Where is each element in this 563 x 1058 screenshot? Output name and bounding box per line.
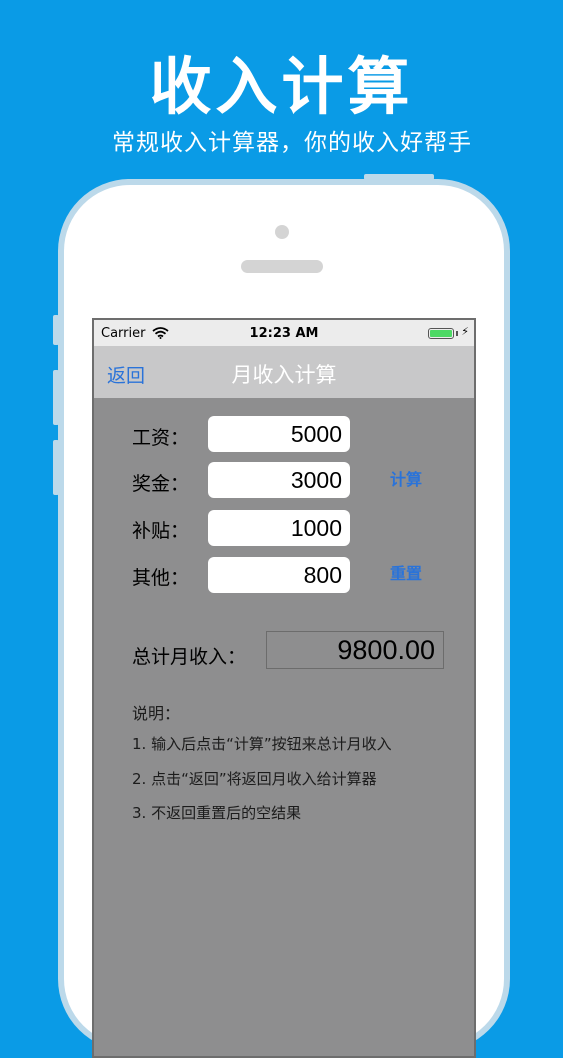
battery-icon	[428, 328, 454, 339]
bonus-input[interactable]	[208, 462, 350, 498]
battery-tip	[456, 331, 458, 336]
total-value: 9800.00	[266, 631, 444, 669]
salary-input[interactable]	[208, 416, 350, 452]
volume-up-button	[53, 370, 59, 425]
front-camera	[275, 225, 289, 239]
other-input[interactable]	[208, 557, 350, 593]
subsidy-input[interactable]	[208, 510, 350, 546]
status-time: 12:23 AM	[249, 326, 319, 341]
subsidy-label: 补贴：	[132, 520, 190, 542]
status-bar: Carrier 12:23 AM ⚡	[94, 320, 474, 346]
power-button	[364, 174, 434, 180]
bonus-label: 奖金：	[132, 473, 190, 495]
promo-subtitle: 常规收入计算器，你的收入好帮手	[112, 130, 472, 156]
reset-button[interactable]: 重置	[390, 560, 422, 584]
note-line-2: 2. 点击“返回”将返回月收入给计算器	[132, 770, 377, 788]
total-label: 总计月收入：	[132, 646, 247, 668]
salary-label: 工资：	[132, 427, 190, 449]
navigation-bar: 返回 月收入计算	[94, 346, 474, 398]
notes-heading: 说明：	[132, 704, 181, 723]
mute-switch	[53, 315, 59, 345]
other-label: 其他：	[132, 567, 190, 589]
charging-bolt-icon: ⚡	[461, 325, 469, 338]
app-screen: Carrier 12:23 AM ⚡ 返回 月收入计算 工资： 奖金：	[92, 318, 476, 1058]
battery-level	[430, 330, 452, 337]
page-title: 月收入计算	[231, 363, 337, 387]
note-line-1: 1. 输入后点击“计算”按钮来总计月收入	[132, 735, 392, 753]
phone-frame: Carrier 12:23 AM ⚡ 返回 月收入计算 工资： 奖金：	[53, 174, 504, 1058]
calculate-button[interactable]: 计算	[390, 466, 422, 490]
promo-title: 收入计算	[149, 50, 414, 123]
earpiece-speaker	[241, 260, 323, 273]
note-line-3: 3. 不返回重置后的空结果	[132, 804, 302, 822]
volume-down-button	[53, 440, 59, 495]
